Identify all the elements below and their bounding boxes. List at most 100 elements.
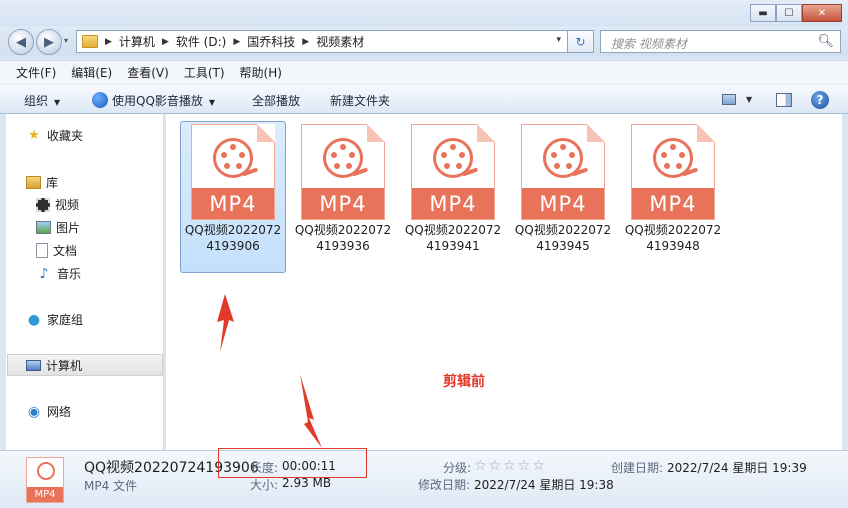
file-name: QQ视频20220724193941 bbox=[404, 223, 502, 253]
minimize-button[interactable]: ▬ bbox=[750, 4, 776, 22]
annotation-highlight-box bbox=[218, 448, 367, 478]
breadcrumb-video-assets[interactable]: 视频素材 bbox=[316, 33, 364, 50]
play-all-button[interactable]: 全部播放 bbox=[252, 92, 300, 109]
rating-stars[interactable]: ☆☆☆☆☆ bbox=[474, 458, 547, 474]
sidebar-item-music[interactable]: ♪ 音乐 bbox=[36, 265, 81, 282]
homegroup-label: 家庭组 bbox=[47, 313, 84, 327]
chevron-right-icon[interactable]: ▶ bbox=[162, 37, 169, 47]
mp4-file-icon: MP4 bbox=[301, 124, 385, 220]
organize-button[interactable]: 组织 ▼ bbox=[24, 92, 60, 109]
file-name: QQ视频20220724193906 bbox=[184, 223, 282, 253]
rating-label: 分级: bbox=[443, 461, 472, 475]
change-view-icon[interactable] bbox=[722, 94, 736, 105]
music-note-icon: ♪ bbox=[39, 265, 49, 282]
menu-help[interactable]: 帮助(H) bbox=[240, 64, 282, 81]
menu-view[interactable]: 查看(V) bbox=[127, 64, 169, 81]
libraries-label: 库 bbox=[46, 176, 59, 190]
file-name: QQ视频20220724193936 bbox=[294, 223, 392, 253]
folder-icon bbox=[82, 35, 98, 48]
computer-icon bbox=[26, 360, 41, 371]
network-icon: ◉ bbox=[27, 403, 41, 420]
file-item[interactable]: MP4 QQ视频20220724193941 bbox=[400, 121, 506, 273]
view-options-dropdown[interactable]: ▼ bbox=[746, 95, 752, 104]
breadcrumb-computer[interactable]: 计算机 bbox=[119, 33, 155, 50]
command-bar: 组织 ▼ 使用QQ影音播放 ▼ 全部播放 新建文件夹 ▼ ? bbox=[0, 84, 848, 114]
mp4-file-icon: MP4 bbox=[631, 124, 715, 220]
details-pane: MP4 QQ视频20220724193906 MP4 文件 长度: 00:00:… bbox=[0, 450, 848, 508]
search-input[interactable]: 搜索 视频素材 🔍︎ bbox=[600, 30, 841, 53]
thumbnail-badge: MP4 bbox=[27, 487, 63, 502]
file-item[interactable]: MP4 QQ视频20220724193948 bbox=[620, 121, 726, 273]
chevron-down-icon: ▼ bbox=[54, 98, 61, 107]
sidebar-item-documents[interactable]: 文档 bbox=[36, 242, 77, 259]
size-value: 2.93 MB bbox=[282, 476, 332, 490]
document-icon bbox=[36, 243, 48, 258]
documents-label: 文档 bbox=[53, 244, 78, 258]
back-button[interactable]: ◀ bbox=[8, 29, 34, 55]
refresh-button[interactable]: ↻ bbox=[568, 30, 594, 53]
menu-edit[interactable]: 编辑(E) bbox=[71, 64, 112, 81]
network-label: 网络 bbox=[47, 405, 72, 419]
maximize-button[interactable]: ☐ bbox=[776, 4, 802, 22]
breadcrumb-drive-d[interactable]: 软件 (D:) bbox=[176, 33, 226, 50]
file-item[interactable]: MP4 QQ视频20220724193906 bbox=[180, 121, 286, 273]
size-label: 大小: bbox=[250, 478, 279, 492]
library-icon bbox=[26, 176, 41, 189]
forward-arrow-icon: ▶ bbox=[44, 34, 54, 50]
computer-label: 计算机 bbox=[46, 359, 83, 373]
annotation-label: 剪辑前 bbox=[443, 374, 485, 390]
preview-pane-icon[interactable] bbox=[776, 93, 792, 107]
back-arrow-icon: ◀ bbox=[16, 34, 26, 50]
search-placeholder: 搜索 视频素材 bbox=[611, 37, 687, 51]
chevron-right-icon[interactable]: ▶ bbox=[105, 37, 112, 47]
chevron-right-icon[interactable]: ▶ bbox=[302, 37, 309, 47]
mp4-badge: MP4 bbox=[192, 188, 274, 219]
annotation-arrow-down bbox=[300, 374, 322, 448]
address-row: ◀ ▶ ▾ ▶ 计算机 ▶ 软件 (D:) ▶ 国乔科技 ▶ 视频素材 ▾ ↻ … bbox=[0, 26, 848, 56]
search-icon[interactable]: 🔍︎ bbox=[817, 34, 834, 49]
mp4-badge: MP4 bbox=[412, 188, 494, 219]
forward-button[interactable]: ▶ bbox=[36, 29, 62, 55]
favorites-label: 收藏夹 bbox=[47, 129, 84, 143]
selected-file-type: MP4 文件 bbox=[84, 479, 138, 493]
modified-value: 2022/7/24 星期日 19:38 bbox=[474, 478, 614, 492]
address-dropdown[interactable]: ▾ bbox=[556, 35, 561, 45]
modified-label: 修改日期: bbox=[418, 478, 471, 492]
refresh-icon: ↻ bbox=[575, 34, 586, 49]
close-button[interactable]: ✕ bbox=[802, 4, 842, 22]
address-bar[interactable]: ▶ 计算机 ▶ 软件 (D:) ▶ 国乔科技 ▶ 视频素材 ▾ bbox=[76, 30, 568, 53]
navigation-pane: ★ 收藏夹 库 视频 图片 文档 ♪ 音乐 ● 家庭组 计算机 ◉ 网络 bbox=[6, 114, 164, 450]
recent-pages-dropdown[interactable]: ▾ bbox=[64, 36, 68, 45]
sidebar-item-videos[interactable]: 视频 bbox=[36, 196, 79, 213]
breadcrumb-guoqiao[interactable]: 国乔科技 bbox=[247, 33, 295, 50]
menu-tools[interactable]: 工具(T) bbox=[184, 64, 225, 81]
file-name: QQ视频20220724193948 bbox=[624, 223, 722, 253]
help-icon[interactable]: ? bbox=[811, 91, 829, 109]
homegroup-icon: ● bbox=[27, 311, 41, 328]
sidebar-item-computer[interactable]: 计算机 bbox=[26, 357, 82, 374]
film-icon bbox=[36, 197, 50, 212]
title-bar: ▬ ☐ ✕ bbox=[0, 0, 848, 26]
pictures-label: 图片 bbox=[56, 221, 81, 235]
chevron-right-icon[interactable]: ▶ bbox=[233, 37, 240, 47]
file-item[interactable]: MP4 QQ视频20220724193936 bbox=[290, 121, 396, 273]
menu-file[interactable]: 文件(F) bbox=[16, 64, 56, 81]
new-folder-button[interactable]: 新建文件夹 bbox=[330, 92, 390, 109]
mp4-badge: MP4 bbox=[522, 188, 604, 219]
mp4-badge: MP4 bbox=[302, 188, 384, 219]
sidebar-item-pictures[interactable]: 图片 bbox=[36, 219, 80, 236]
sidebar-item-network[interactable]: ◉ 网络 bbox=[26, 403, 71, 420]
sidebar-item-favorites[interactable]: ★ 收藏夹 bbox=[26, 127, 83, 144]
star-icon: ★ bbox=[28, 128, 40, 143]
chevron-down-icon: ▼ bbox=[208, 98, 216, 107]
file-name: QQ视频20220724193945 bbox=[514, 223, 612, 253]
mp4-badge: MP4 bbox=[632, 188, 714, 219]
sidebar-item-libraries[interactable]: 库 bbox=[26, 174, 58, 191]
sidebar-item-homegroup[interactable]: ● 家庭组 bbox=[26, 311, 83, 328]
file-list: MP4 QQ视频20220724193906 MP4 QQ视频202207241… bbox=[166, 114, 842, 450]
music-label: 音乐 bbox=[57, 267, 82, 281]
file-item[interactable]: MP4 QQ视频20220724193945 bbox=[510, 121, 616, 273]
play-with-qq-button[interactable]: 使用QQ影音播放 ▼ bbox=[92, 92, 215, 109]
mp4-file-icon: MP4 bbox=[411, 124, 495, 220]
window-controls: ▬ ☐ ✕ bbox=[750, 4, 842, 22]
